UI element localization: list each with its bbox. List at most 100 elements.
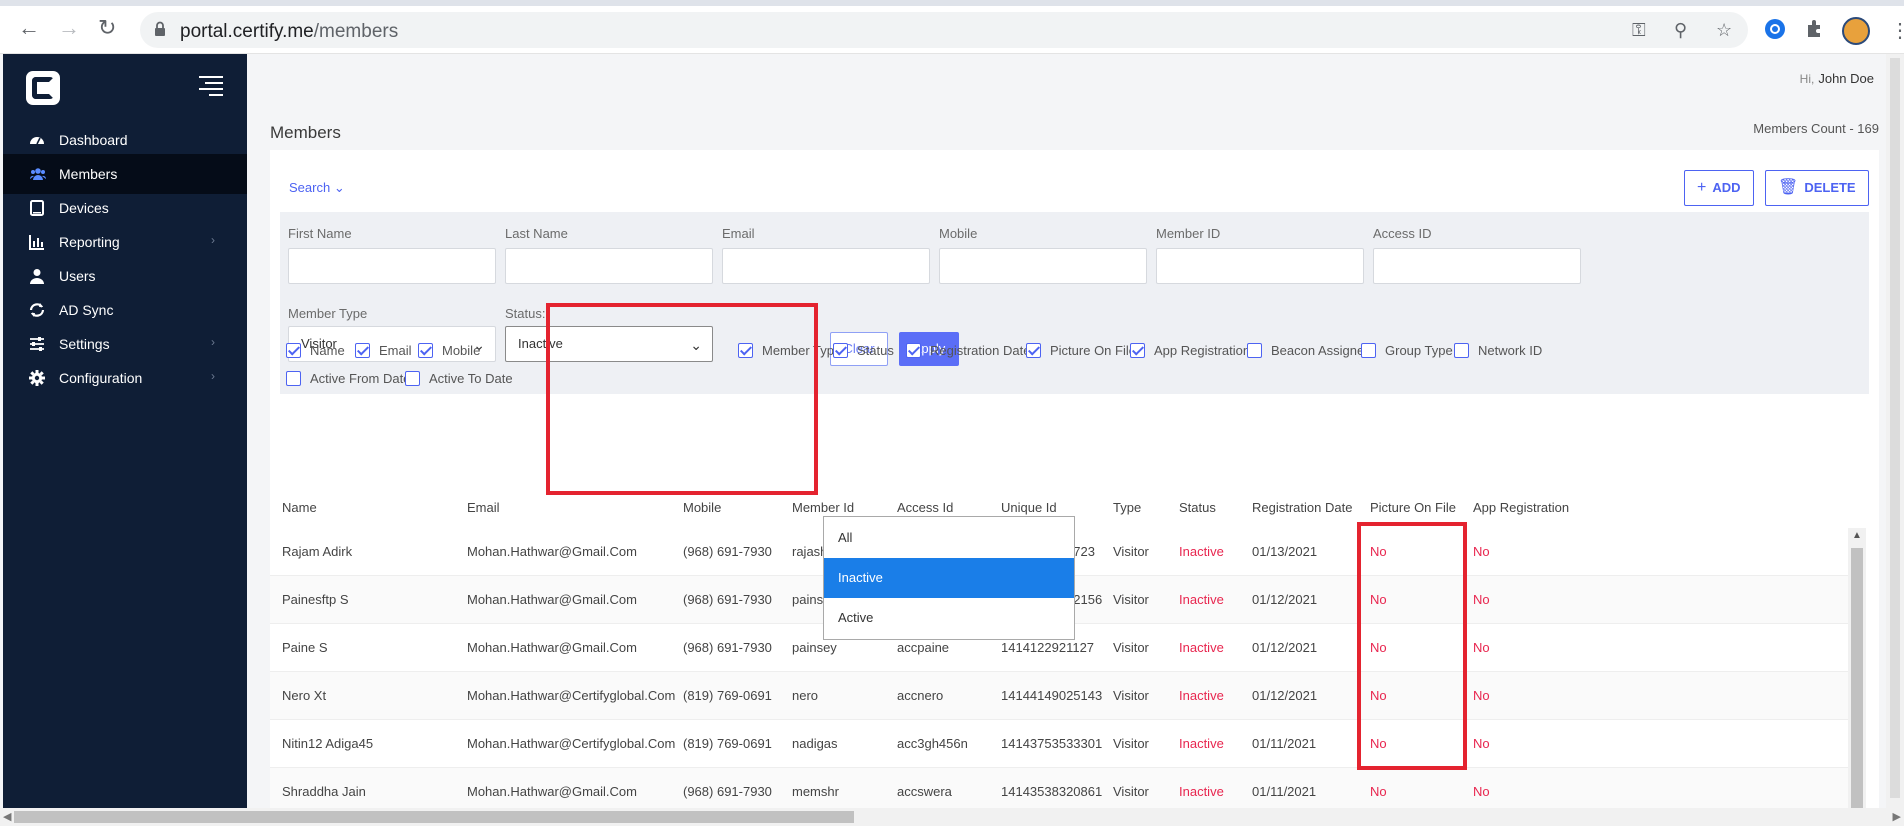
table-cell: memshr xyxy=(792,784,839,799)
status-option-inactive[interactable]: Inactive xyxy=(824,558,1074,598)
key-icon[interactable]: ⚿ xyxy=(1632,20,1646,41)
table-scrollbar[interactable]: ▲ xyxy=(1848,528,1866,818)
highlight-status-column xyxy=(1357,522,1467,770)
page-title: Members xyxy=(270,123,341,142)
first-name-input[interactable] xyxy=(288,248,496,284)
column-header[interactable]: Unique Id xyxy=(1001,500,1057,515)
puzzle-icon[interactable] xyxy=(1804,18,1826,40)
table-cell: Inactive xyxy=(1179,784,1224,799)
table-row[interactable]: Nero Xt Mohan.Hathwar@Certifyglobal.Com (8… xyxy=(270,672,1850,720)
delete-button[interactable]: 🗑 DELETE xyxy=(1765,170,1869,206)
table-cell: 1414122921127 xyxy=(1001,640,1095,655)
chevron-right-icon: › xyxy=(211,233,215,247)
column-toggle-status[interactable]: Status xyxy=(833,343,894,358)
table-cell: nero xyxy=(792,688,819,703)
sidebar-item-label: AD Sync xyxy=(59,302,114,318)
last-name-input[interactable] xyxy=(505,248,713,284)
column-header[interactable]: Mobile xyxy=(683,500,721,515)
sync-icon xyxy=(29,302,45,318)
status-dropdown-list: All Inactive Active xyxy=(823,516,1075,640)
column-toggle-network-id[interactable]: Network ID xyxy=(1454,343,1542,358)
checkbox[interactable] xyxy=(1454,343,1469,358)
column-toggle-active-to-date[interactable]: Active To Date xyxy=(405,371,513,386)
column-toggle-picture-on-file[interactable]: Picture On File xyxy=(1026,343,1136,358)
star-icon[interactable]: ☆ xyxy=(1716,20,1732,41)
column-header[interactable]: Member Id xyxy=(792,500,854,515)
status-option-active[interactable]: Active xyxy=(824,598,1074,638)
member-id-input[interactable] xyxy=(1156,248,1364,284)
trash-icon: 🗑 xyxy=(1778,179,1799,196)
users-icon xyxy=(29,166,47,182)
sidebar-item-configuration[interactable]: Configuration › xyxy=(3,358,247,398)
checkbox[interactable] xyxy=(1130,343,1145,358)
user-name[interactable]: John Doe xyxy=(1818,71,1874,86)
sidebar-item-label: Users xyxy=(59,268,96,284)
zoom-icon[interactable]: ⚲ xyxy=(1674,20,1687,41)
email-input[interactable] xyxy=(722,248,930,284)
table-cell: (968) 691-7930 xyxy=(683,544,772,559)
table-cell: No xyxy=(1473,544,1490,559)
back-icon[interactable]: ← xyxy=(18,16,40,40)
column-toggle-group-type[interactable]: Group Type xyxy=(1361,343,1453,358)
table-row[interactable]: Nitin12 Adiga45 Mohan.Hathwar@Certifyglob… xyxy=(270,720,1850,768)
add-button[interactable]: + ADD xyxy=(1684,170,1754,206)
tablet-icon xyxy=(29,200,45,216)
column-header[interactable]: App Registration xyxy=(1473,500,1569,515)
column-toggle-beacon-assigned[interactable]: Beacon Assigned xyxy=(1247,343,1371,358)
checkbox[interactable] xyxy=(833,343,848,358)
reload-icon[interactable]: ↻ xyxy=(98,16,116,40)
column-toggle-app-registration[interactable]: App Registration xyxy=(1130,343,1250,358)
column-toggle-name[interactable]: Name xyxy=(286,343,345,358)
table-cell: Nero Xt xyxy=(282,688,327,703)
extension-icon[interactable] xyxy=(1764,18,1786,40)
scroll-thumb[interactable] xyxy=(1851,548,1863,818)
forward-icon[interactable]: → xyxy=(58,16,80,40)
horizontal-scrollbar[interactable]: ◀ ▶ xyxy=(0,808,1904,826)
column-toggle-email[interactable]: Email xyxy=(355,343,412,358)
mobile-input[interactable] xyxy=(939,248,1147,284)
checkbox[interactable] xyxy=(1026,343,1041,358)
checkbox[interactable] xyxy=(355,343,370,358)
status-option-all[interactable]: All xyxy=(824,518,1074,558)
page-scrollbar[interactable] xyxy=(1886,54,1904,808)
access-id-input[interactable] xyxy=(1373,248,1581,284)
checkbox[interactable] xyxy=(906,343,921,358)
column-header[interactable]: Picture On File xyxy=(1370,500,1456,515)
column-toggle-active-from-date[interactable]: Active From Date xyxy=(286,371,410,386)
table-cell: 01/13/2021 xyxy=(1252,544,1318,559)
search-toggle[interactable]: Search ⌄ xyxy=(289,180,345,196)
table-cell: 01/12/2021 xyxy=(1252,688,1318,703)
chevron-right-icon: › xyxy=(211,369,215,383)
logo[interactable] xyxy=(26,71,60,105)
checkbox[interactable] xyxy=(405,371,420,386)
sidebar: Dashboard Members Devices Reporting › Users AD… xyxy=(3,54,247,808)
column-header[interactable]: Registration Date xyxy=(1252,500,1352,515)
browser-toolbar: ← → ↻ portal.certify.me/members ⚿ ⚲ ☆ ⋮ xyxy=(0,0,1904,54)
column-header[interactable]: Type xyxy=(1113,500,1141,515)
horizontal-scroll-thumb[interactable] xyxy=(14,811,854,823)
column-header[interactable]: Status xyxy=(1179,500,1216,515)
table-cell: nadigas xyxy=(792,736,838,751)
address-bar[interactable]: portal.certify.me/members ⚿ ⚲ ☆ xyxy=(140,12,1748,48)
column-header[interactable]: Name xyxy=(282,500,317,515)
checkbox[interactable] xyxy=(286,371,301,386)
checkbox[interactable] xyxy=(418,343,433,358)
table-cell: Visitor xyxy=(1113,736,1149,751)
hamburger-icon[interactable] xyxy=(199,76,223,96)
column-header[interactable]: Email xyxy=(467,500,500,515)
checkbox[interactable] xyxy=(286,343,301,358)
table-cell: 14144149025143 xyxy=(1001,688,1103,703)
table-cell: Paine S xyxy=(282,640,328,655)
user-icon xyxy=(29,268,45,284)
column-toggle-registration-date[interactable]: Registration Date xyxy=(906,343,1030,358)
profile-avatar[interactable] xyxy=(1842,17,1870,45)
checkbox[interactable] xyxy=(1247,343,1262,358)
checkbox[interactable] xyxy=(1361,343,1376,358)
scroll-up-icon[interactable]: ▲ xyxy=(1852,530,1862,541)
column-toggle-mobile[interactable]: Mobile xyxy=(418,343,480,358)
scroll-left-icon[interactable]: ◀ xyxy=(3,810,11,823)
column-header[interactable]: Access Id xyxy=(897,500,953,515)
more-icon[interactable]: ⋮ xyxy=(1890,18,1904,43)
page-scroll-thumb[interactable] xyxy=(1890,58,1900,798)
scroll-right-icon[interactable]: ▶ xyxy=(1893,810,1901,823)
